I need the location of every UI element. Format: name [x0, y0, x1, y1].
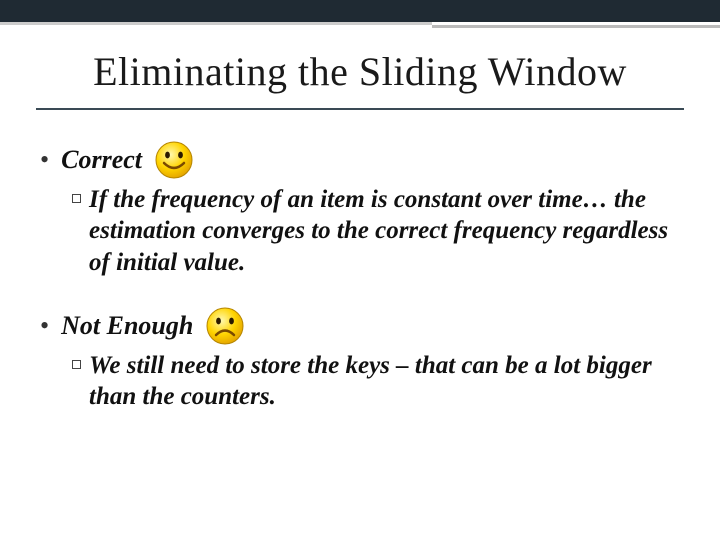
slide-top-stripe: [0, 0, 720, 22]
sub-bullet-text: We still need to store the keys – that c…: [89, 350, 680, 413]
smiley-icon: [154, 140, 194, 180]
sub-bullet-row: If the frequency of an item is constant …: [40, 184, 680, 278]
bullet-label: Correct: [61, 145, 142, 175]
sub-bullet-icon: [72, 360, 81, 369]
sub-bullet-row: We still need to store the keys – that c…: [40, 350, 680, 413]
sub-bullet-text: If the frequency of an item is constant …: [89, 184, 680, 278]
bullet-point: • Correct: [40, 140, 680, 278]
slide-title-underline: [36, 108, 684, 110]
slide-title: Eliminating the Sliding Window: [0, 48, 720, 95]
bullet-header: • Not Enough: [40, 306, 680, 346]
slide-content: • Correct: [40, 140, 680, 440]
slide-accent-line: [0, 22, 720, 28]
bullet-label: Not Enough: [61, 311, 193, 341]
bullet-point: • Not Enough: [40, 306, 680, 413]
bullet-dot-icon: •: [40, 145, 49, 175]
frown-icon: [205, 306, 245, 346]
bullet-dot-icon: •: [40, 311, 49, 341]
bullet-header: • Correct: [40, 140, 680, 180]
sub-bullet-icon: [72, 194, 81, 203]
